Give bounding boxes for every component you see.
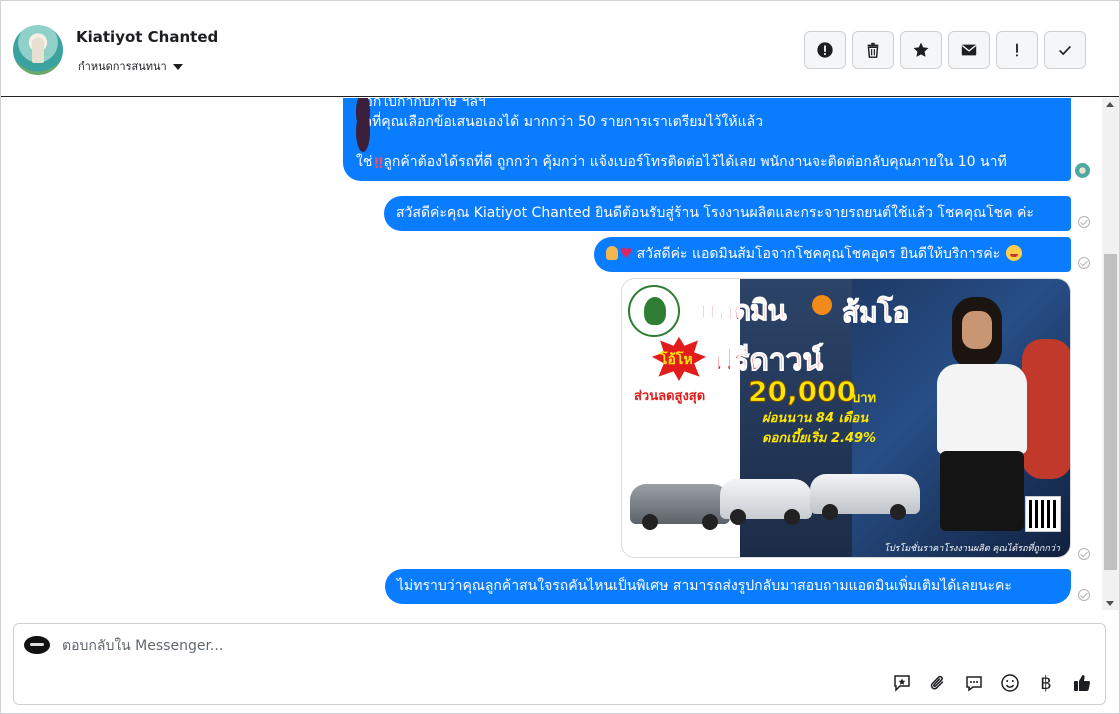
seen-by-avatar — [1075, 163, 1090, 178]
double-exclamation-icon: ‼ — [374, 156, 384, 172]
message-line: ออกใบกำกับภาษี ฯลฯ — [356, 98, 1057, 132]
promo-image-attachment[interactable]: แอดมิน ส้มโอ โอ้โห ฟรีดาวน์ ส่วนลดสูงสุด… — [621, 278, 1071, 558]
checkmark-icon — [1059, 45, 1071, 56]
sent-check-icon — [1078, 548, 1090, 560]
car-image — [630, 484, 730, 530]
dealer-logo-icon — [628, 285, 680, 337]
message-bubble-outgoing[interactable]: ไม่ทราบว่าคุณลูกค้าสนใจรถคันไหนเป็นพิเศษ… — [385, 569, 1071, 604]
qr-code-icon — [1025, 496, 1061, 532]
sent-check-icon — [1078, 257, 1090, 269]
exclamation-icon — [1016, 43, 1018, 57]
caret-down-icon — [172, 63, 183, 70]
orange-fruit-icon — [812, 295, 832, 315]
follow-up-button[interactable] — [996, 31, 1038, 69]
conversation-toolbar — [804, 31, 1086, 69]
car-image — [720, 479, 812, 525]
emoji-icon — [1001, 674, 1019, 692]
promo-title-admin: แอดมิน — [700, 294, 788, 328]
chat-bubble-icon — [966, 676, 982, 692]
pray-emoji-icon — [606, 246, 618, 260]
saved-reply-button[interactable] — [891, 672, 913, 694]
baht-icon: ฿ — [1040, 672, 1052, 694]
star-button[interactable] — [900, 31, 942, 69]
promo-currency: บาท — [852, 391, 877, 406]
admin-photo — [937, 364, 1027, 454]
car-seat-image — [1022, 339, 1070, 479]
promo-rate: ดอกเบี้ยเริ่ม 2.49% — [762, 431, 877, 446]
contact-name[interactable]: Kiatiyot Chanted — [76, 28, 218, 46]
heart-emoji-icon: ♥ — [620, 246, 633, 262]
message-line: ใช่ ‼ลูกค้าต้องได้รถที่ดี ถูกกว่า คุ้มกว่… — [356, 154, 1007, 172]
reply-input[interactable] — [62, 636, 1062, 656]
message-bubble-outgoing[interactable]: สวัสดีค่ะคุณ Kiatiyot Chanted ยินดีต้อนร… — [384, 196, 1071, 231]
attach-file-button[interactable] — [927, 672, 949, 694]
assign-label: กำหนดการสนทนา — [78, 60, 167, 73]
composer-tools: ฿ — [891, 672, 1093, 694]
promo-installment: ผ่อนนาน 84 เดือน — [762, 411, 869, 426]
saved-reply-icon — [894, 675, 910, 692]
message-bubble-outgoing[interactable]: ออกใบกำกับภาษี ฯลฯ รถที่คุณเลือกข้อเสนอเ… — [343, 98, 1071, 181]
message-thread: ออกใบกำกับภาษี ฯลฯ รถที่คุณเลือกข้อเสนอเ… — [1, 98, 1101, 610]
car-emoji-icon — [356, 112, 370, 152]
mark-unread-button[interactable] — [948, 31, 990, 69]
scroll-down-arrow-icon[interactable] — [1106, 601, 1114, 606]
delete-button[interactable] — [852, 31, 894, 69]
emoji-button[interactable] — [999, 672, 1021, 694]
message-bubble-outgoing[interactable]: ♥ สวัสดีค่ะ แอดมินส้มโอจากโชคคุณโชคอุดร ย… — [594, 237, 1071, 272]
attachment-icon — [930, 675, 944, 690]
mark-spam-button[interactable] — [804, 31, 846, 69]
alert-circle-icon — [817, 42, 833, 58]
envelope-icon — [961, 44, 977, 56]
promo-title-name: ส้มโอ — [841, 296, 910, 330]
mark-done-button[interactable] — [1044, 31, 1086, 69]
messenger-inbox: Kiatiyot Chanted กำหนดการสนทนา ออกใบกำกั… — [0, 0, 1120, 714]
car-image — [810, 474, 920, 520]
chat-button[interactable] — [963, 672, 985, 694]
payment-button[interactable]: ฿ — [1035, 672, 1057, 694]
reply-composer: ฿ — [13, 623, 1106, 705]
promo-footer: โปรโมชั่นราคาโรงงานผลิต คุณได้รถที่ถูกกว… — [884, 544, 1060, 554]
contact-avatar[interactable] — [13, 25, 63, 75]
sent-check-icon — [1078, 216, 1090, 228]
trash-icon — [867, 42, 879, 58]
promo-discount-label: ส่วนลดสูงสุด — [634, 389, 706, 404]
smiling-face-emoji-icon — [1006, 245, 1023, 261]
message-scrollbar[interactable] — [1102, 98, 1119, 610]
promo-badge: โอ้โห — [660, 352, 693, 368]
thumbs-up-icon — [1074, 675, 1091, 692]
scroll-up-arrow-icon[interactable] — [1106, 102, 1114, 107]
page-avatar — [24, 636, 50, 654]
assign-dropdown[interactable]: กำหนดการสนทนา — [78, 57, 183, 75]
star-icon — [913, 42, 929, 57]
promo-amount: 20,000 — [747, 375, 857, 409]
sent-check-icon — [1078, 589, 1090, 601]
conversation-header: Kiatiyot Chanted กำหนดการสนทนา — [1, 1, 1119, 97]
scroll-thumb[interactable] — [1104, 254, 1117, 570]
like-button[interactable] — [1071, 672, 1093, 694]
message-line: รถที่คุณเลือกข้อเสนอเองได้ มากกว่า 50 รา… — [356, 112, 1057, 152]
